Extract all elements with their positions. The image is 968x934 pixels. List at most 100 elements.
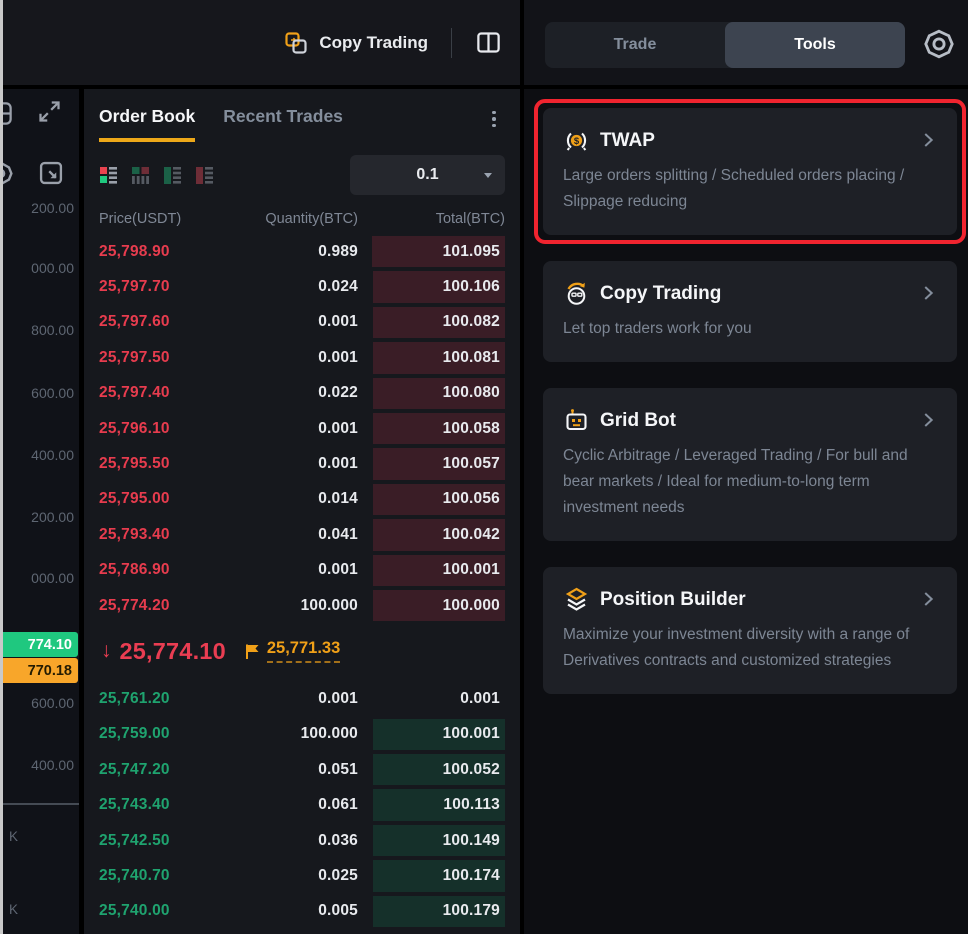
total-cell: 100.001 xyxy=(372,717,505,752)
price-cell: 25,793.40 xyxy=(99,526,224,544)
bids-list: 25,761.200.0010.00125,759.00100.000100.0… xyxy=(99,681,505,929)
order-book-ask-row[interactable]: 25,793.400.041100.042 xyxy=(99,517,505,552)
order-book-ask-row[interactable]: 25,786.900.001100.001 xyxy=(99,553,505,588)
tool-card-grid-bot[interactable]: Grid Bot Cyclic Arbitrage / Leveraged Tra… xyxy=(543,388,957,541)
price-axis-label: 800.00 xyxy=(31,322,74,338)
price-cell: 25,795.50 xyxy=(99,455,224,473)
volume-pane-divider xyxy=(0,803,79,805)
volume-axis-label: K xyxy=(9,902,18,917)
card-title: Copy Trading xyxy=(600,283,721,305)
chart-axis-strip: 200.00000.00800.00600.00400.00200.00000.… xyxy=(0,89,79,934)
quantity-cell: 0.051 xyxy=(238,761,358,779)
order-book-bid-row[interactable]: 25,761.200.0010.001 xyxy=(99,681,505,716)
tools-panel-header: Trade Tools xyxy=(524,0,968,85)
order-book-bid-row[interactable]: 25,740.000.005100.179 xyxy=(99,894,505,929)
copy-trading-nav-button[interactable]: Copy Trading xyxy=(284,31,428,55)
order-book-ask-row[interactable]: 25,798.900.989101.095 xyxy=(99,234,505,269)
card-description: Maximize your investment diversity with … xyxy=(563,622,937,674)
price-cell: 25,797.60 xyxy=(99,313,224,331)
book-default-icon[interactable] xyxy=(99,166,118,185)
order-book-ask-row[interactable]: 25,797.400.022100.080 xyxy=(99,376,505,411)
price-cell: 25,742.50 xyxy=(99,832,224,850)
preferences-icon[interactable] xyxy=(921,26,957,62)
book-buy-only-icon[interactable] xyxy=(163,166,182,185)
tool-card-position-builder[interactable]: Position BuilderMaximize your investment… xyxy=(543,567,957,694)
tool-card-twap[interactable]: $TWAPLarge orders splitting / Scheduled … xyxy=(543,108,957,235)
card-header: Copy Trading xyxy=(563,280,937,307)
last-price-axis-tag: 774.10 xyxy=(0,632,78,657)
price-cell: 25,797.50 xyxy=(99,349,224,367)
quantity-cell: 100.000 xyxy=(238,725,358,743)
precision-value: 0.1 xyxy=(416,166,438,184)
tab-order-book[interactable]: Order Book xyxy=(99,106,195,142)
quantity-cell: 0.022 xyxy=(238,384,358,402)
order-book-ask-row[interactable]: 25,796.100.001100.058 xyxy=(99,411,505,446)
top-bar-divider xyxy=(451,28,452,58)
quantity-cell: 0.024 xyxy=(238,278,358,296)
order-book-ask-row[interactable]: 25,797.600.001100.082 xyxy=(99,305,505,340)
order-book-menu-icon[interactable] xyxy=(485,109,503,129)
tab-trade[interactable]: Trade xyxy=(545,22,725,68)
last-price-row[interactable]: ↓ 25,774.10 25,771.33 xyxy=(99,623,505,679)
tab-tools[interactable]: Tools xyxy=(725,22,905,68)
total-cell: 100.179 xyxy=(372,894,505,929)
order-book-panel: Order Book Recent Trades xyxy=(84,89,520,934)
price-axis-label: 600.00 xyxy=(31,695,74,711)
book-sell-only-icon[interactable] xyxy=(195,166,214,185)
copy-trading-label: Copy Trading xyxy=(319,33,428,53)
total-cell: 100.000 xyxy=(372,588,505,623)
total-cell: 101.095 xyxy=(372,234,505,269)
order-book-bid-row[interactable]: 25,742.500.036100.149 xyxy=(99,823,505,858)
order-book-ask-row[interactable]: 25,795.500.001100.057 xyxy=(99,446,505,481)
quantity-cell: 0.001 xyxy=(238,420,358,438)
precision-dropdown[interactable]: 0.1 xyxy=(350,155,505,195)
top-bar: Copy Trading xyxy=(0,0,520,85)
asks-list: 25,798.900.989101.09525,797.700.024100.1… xyxy=(99,234,505,623)
total-cell: 100.057 xyxy=(372,446,505,481)
total-cell: 100.082 xyxy=(372,305,505,340)
price-axis-label: 200.00 xyxy=(31,200,74,216)
quantity-cell: 0.001 xyxy=(238,561,358,579)
price-cell: 25,797.70 xyxy=(99,278,224,296)
order-book-ask-row[interactable]: 25,797.500.001100.081 xyxy=(99,340,505,375)
order-book-ask-row[interactable]: 25,774.20100.000100.000 xyxy=(99,588,505,623)
mark-price: 25,771.33 xyxy=(267,639,340,663)
quantity-cell: 0.014 xyxy=(238,490,358,508)
quantity-cell: 0.025 xyxy=(238,867,358,885)
column-quantity: Quantity(BTC) xyxy=(238,211,358,227)
book-horizontal-icon[interactable] xyxy=(131,166,150,185)
chevron-right-icon xyxy=(917,129,939,156)
total-cell: 100.058 xyxy=(372,411,505,446)
orderbook-layout-icon[interactable] xyxy=(475,29,502,56)
grid-bot-icon xyxy=(563,407,590,434)
quantity-cell: 0.001 xyxy=(238,349,358,367)
price-axis-label: 200.00 xyxy=(31,509,74,525)
order-book-bid-row[interactable]: 25,743.400.061100.113 xyxy=(99,787,505,822)
price-axis-label: 000.00 xyxy=(31,260,74,276)
tab-recent-trades[interactable]: Recent Trades xyxy=(223,106,343,138)
total-cell: 100.174 xyxy=(372,858,505,893)
quantity-cell: 0.041 xyxy=(238,526,358,544)
card-description: Cyclic Arbitrage / Leveraged Trading / F… xyxy=(563,443,937,521)
tool-card-copy-trading[interactable]: Copy Trading Let top traders work for you xyxy=(543,261,957,362)
screenshot-icon[interactable] xyxy=(37,159,65,187)
expand-chart-icon[interactable] xyxy=(36,98,63,125)
order-book-bid-row[interactable]: 25,747.200.051100.052 xyxy=(99,752,505,787)
column-price: Price(USDT) xyxy=(99,211,224,227)
price-axis-label: 400.00 xyxy=(31,447,74,463)
order-book-ask-row[interactable]: 25,797.700.024100.106 xyxy=(99,269,505,304)
order-book-bid-row[interactable]: 25,759.00100.000100.001 xyxy=(99,717,505,752)
order-book-ask-row[interactable]: 25,795.000.014100.056 xyxy=(99,482,505,517)
mark-price-wrap[interactable]: 25,771.33 xyxy=(244,639,340,663)
card-title: Grid Bot xyxy=(600,410,676,432)
quantity-cell: 100.000 xyxy=(238,597,358,615)
price-cell: 25,761.20 xyxy=(99,690,224,708)
quantity-cell: 0.061 xyxy=(238,796,358,814)
position-builder-icon xyxy=(563,586,590,613)
card-description: Let top traders work for you xyxy=(563,316,937,342)
total-cell: 100.056 xyxy=(372,482,505,517)
order-book-bid-row[interactable]: 25,740.700.025100.174 xyxy=(99,858,505,893)
price-cell: 25,786.90 xyxy=(99,561,224,579)
column-total: Total(BTC) xyxy=(372,211,505,227)
order-book-controls: 0.1 xyxy=(99,155,505,195)
